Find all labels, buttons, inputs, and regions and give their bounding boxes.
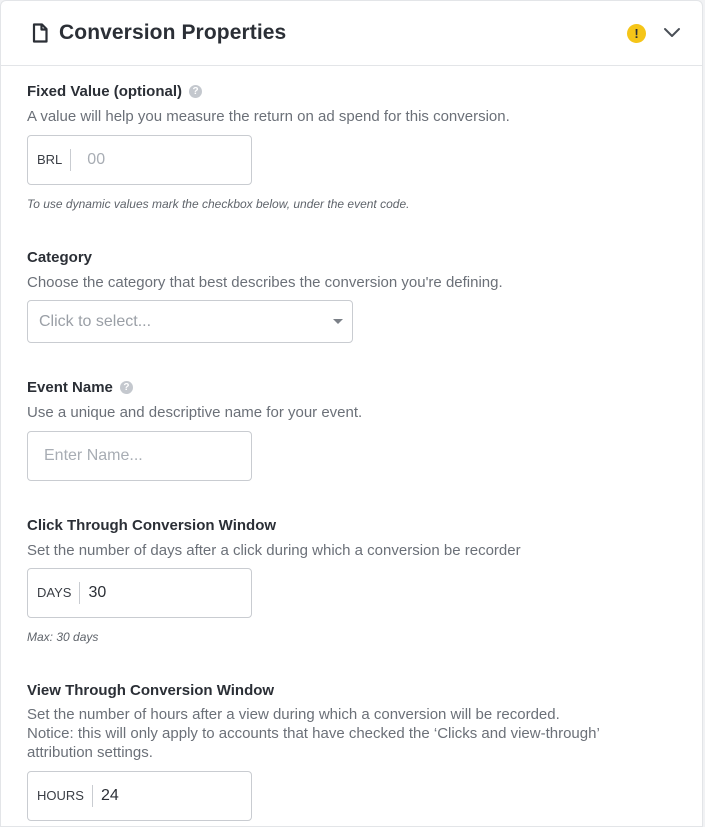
fixed-value-section: Fixed Value (optional) ? A value will he… [27, 83, 510, 126]
category-description: Choose the category that best describes … [27, 274, 503, 291]
event-name-description: Use a unique and descriptive name for yo… [27, 404, 363, 421]
fixed-value-input[interactable]: BRL 00 [27, 135, 252, 185]
conversion-properties-panel: Conversion Properties ! Fixed Value (opt… [0, 0, 703, 827]
fixed-value-placeholder: 00 [87, 151, 106, 168]
help-icon[interactable]: ? [189, 85, 203, 98]
panel-header[interactable]: Conversion Properties ! [1, 1, 702, 66]
warning-icon: ! [627, 24, 646, 43]
event-name-input[interactable]: Enter Name... [27, 431, 252, 481]
category-placeholder: Click to select... [39, 312, 152, 330]
event-name-section: Event Name ? Use a unique and descriptiv… [27, 379, 362, 422]
event-name-placeholder: Enter Name... [44, 447, 143, 464]
currency-prefix: BRL [28, 149, 72, 171]
chevron-down-icon[interactable] [662, 23, 682, 43]
view-through-value: 24 [100, 787, 119, 804]
fixed-value-label-text: Fixed Value (optional) [27, 83, 183, 100]
click-through-value: 30 [88, 584, 107, 601]
view-through-description-line: attribution settings. [27, 744, 153, 761]
document-icon [31, 23, 49, 43]
event-name-label-text: Event Name [27, 379, 113, 396]
category-label: Category [27, 249, 93, 266]
view-through-description-line: Set the number of hours after a view dur… [27, 706, 560, 723]
days-prefix: DAYS [28, 582, 81, 604]
click-through-note: Max: 30 days [27, 630, 99, 644]
caret-down-icon [333, 319, 343, 324]
category-select[interactable]: Click to select... [27, 300, 353, 343]
panel-title: Conversion Properties [59, 21, 287, 44]
click-through-label: Click Through Conversion Window [27, 517, 277, 534]
view-through-input[interactable]: HOURS 24 [27, 771, 252, 821]
event-name-label: Event Name ? [27, 379, 362, 396]
view-through-description: Set the number of hours after a view dur… [27, 705, 600, 762]
help-icon[interactable]: ? [119, 381, 133, 394]
view-through-label: View Through Conversion Window [27, 682, 275, 699]
click-through-input[interactable]: DAYS 30 [27, 568, 252, 618]
click-through-section: Click Through Conversion Window Set the … [27, 517, 521, 560]
fixed-value-description: A value will help you measure the return… [27, 108, 510, 125]
category-section: Category Choose the category that best d… [27, 249, 503, 292]
fixed-value-label: Fixed Value (optional) ? [27, 83, 510, 100]
hours-prefix: HOURS [28, 785, 93, 807]
click-through-description: Set the number of days after a click dur… [27, 542, 521, 559]
view-through-section: View Through Conversion Window Set the n… [27, 682, 600, 762]
fixed-value-note: To use dynamic values mark the checkbox … [27, 197, 410, 211]
view-through-description-line: Notice: this will only apply to accounts… [27, 725, 600, 742]
